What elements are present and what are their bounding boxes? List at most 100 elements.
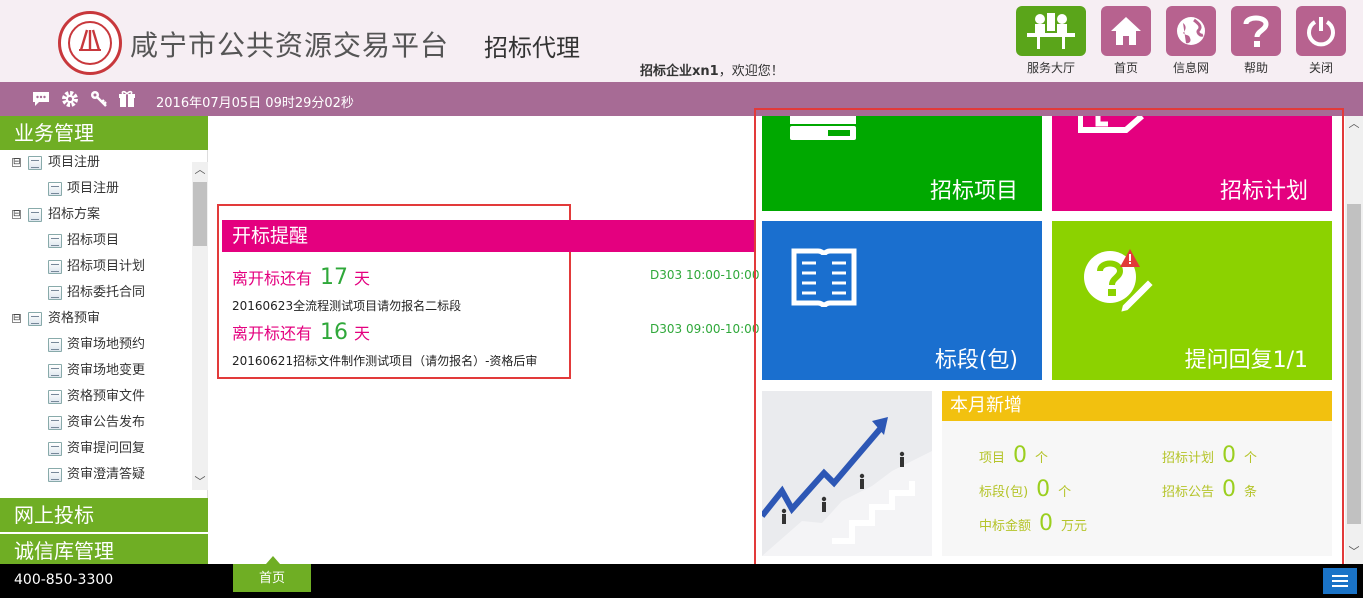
content-scroll-up-arrow-icon[interactable]: ︿ [1345,116,1363,132]
document-icon [28,208,42,222]
module-title: 招标代理 [484,34,580,62]
key-icon[interactable] [90,90,108,108]
content-scroll-thumb[interactable] [1347,204,1361,524]
menu-icon[interactable] [1323,568,1357,594]
scroll-up-arrow-icon[interactable]: ︿ [192,162,208,178]
nav-help-label: 帮助 [1243,61,1268,75]
welcome-suffix: ，欢迎您！ [718,64,784,79]
tree-node-leaf[interactable]: 招标项目计划 [0,254,192,280]
tree-node-leaf[interactable]: 资格预审文件 [0,384,192,410]
reminder-countdown-2: 离开标还有 16 天 [232,320,370,345]
tree-node-leaf[interactable]: 资审提问回复 [0,436,192,462]
tree-node-label: 资审场地预约 [67,337,146,352]
tree-node-label: 资审澄清答疑 [67,467,146,482]
tree-node-label: 招标委托合同 [67,285,146,300]
sidebar-section-business[interactable]: 业务管理 [0,116,208,150]
gift-icon[interactable] [118,90,136,108]
tree-node-folder[interactable]: ⊟ 资格预审 [0,306,192,332]
document-icon [48,390,62,404]
tree-node-leaf[interactable]: 资审澄清答疑 [0,462,192,488]
reminder-slot-2: D303 09:00-10:00 [650,322,760,336]
nav-home-button[interactable]: 首页 [1100,6,1152,76]
tree-node-leaf[interactable]: 资审场地变更 [0,358,192,384]
reminder-project-link-2[interactable]: 20160621招标文件制作测试项目（请勿报名）-资格后审 [232,352,537,369]
hotline-phone: 400-850-3300 [14,572,114,588]
scroll-down-arrow-icon[interactable]: ﹀ [192,474,208,490]
footer: 400-850-3300 首页 [0,556,1363,598]
document-icon [48,286,62,300]
tree-node-folder[interactable]: ⊟ 招标方案 [0,202,192,228]
tree-node-leaf[interactable]: 资审场地预约 [0,332,192,358]
nav-service-hall-button[interactable]: 服务大厅 [1016,6,1086,76]
tree-node-label: 招标项目 [67,233,120,248]
current-datetime: 2016年07月05日 09时29分02秒 [156,96,354,111]
tree-node-label: 资审提问回复 [67,441,146,456]
tree-node-label: 项目注册 [48,155,101,170]
reminder-title: 开标提醒 [222,220,754,252]
document-icon [48,234,62,248]
nav-close-button[interactable]: 关闭 [1295,6,1347,76]
reminder-days: 16 [320,320,349,345]
sidebar-section-credit[interactable]: 诚信库管理 [0,532,208,566]
nav-info-net-button[interactable]: 信息网 [1164,6,1218,76]
content-scroll-down-arrow-icon[interactable]: ﹀ [1345,544,1363,560]
collapse-toggle-icon[interactable]: ⊟ [12,314,21,323]
reminder-slot-1: D303 10:00-10:00 [650,268,760,282]
help-icon [1231,6,1281,56]
tree-node-leaf[interactable]: 招标项目 [0,228,192,254]
nav-info-net-label: 信息网 [1172,61,1209,75]
sidebar-tree: ⊟ 项目注册 项目注册 ⊟ 招标方案 招标项目 招标项目计划 招标委托合同 ⊟ 资格预审 资审场地预… [0,150,192,494]
document-icon [48,364,62,378]
reminder-project-link-1[interactable]: 20160623全流程测试项目请勿报名二标段 [232,297,461,314]
document-icon [28,156,42,170]
sidebar-section-online-bid[interactable]: 网上投标 [0,498,208,532]
globe-icon [1166,6,1216,56]
app-window: 咸宁市公共资源交易平台 招标代理 招标企业xn1，欢迎您！ 服务大厅 首页 信息… [0,0,1363,598]
document-icon [48,442,62,456]
document-icon [48,338,62,352]
reminder-countdown-1: 离开标还有 17 天 [232,265,370,290]
logo-seal-icon [58,11,122,75]
sidebar: 业务管理 ⊟ 项目注册 项目注册 ⊟ 招标方案 招标项目 招标项目计划 招标委托合同 ⊟ 资格预审… [0,116,208,566]
nav-service-hall-label: 服务大厅 [1026,61,1075,75]
tree-node-label: 招标项目计划 [67,259,146,274]
collapse-toggle-icon[interactable]: ⊟ [12,210,21,219]
site-title: 咸宁市公共资源交易平台 [130,29,450,62]
reminder-lead: 离开标还有 [232,269,313,288]
nav-home-label: 首页 [1113,61,1138,75]
gear-icon[interactable] [61,90,79,108]
tree-node-leaf[interactable]: 资审公告发布 [0,410,192,436]
tree-node-folder[interactable]: ⊟ 项目注册 [0,150,192,176]
document-icon [48,182,62,196]
welcome-username: 招标企业xn1 [640,64,719,79]
tree-node-label: 资格预审 [48,311,101,326]
reminder-days: 17 [320,265,349,290]
document-icon [48,260,62,274]
header: 咸宁市公共资源交易平台 招标代理 招标企业xn1，欢迎您！ 服务大厅 首页 信息… [0,0,1363,82]
reminder-unit: 天 [354,324,371,343]
sidebar-scroll-thumb[interactable] [193,182,207,246]
nav-close-label: 关闭 [1308,61,1333,75]
tree-node-label: 资审场地变更 [67,363,146,378]
collapse-toggle-icon[interactable]: ⊟ [12,158,21,167]
document-icon [48,468,62,482]
tab-home[interactable]: 首页 [233,556,311,592]
tree-node-label: 资审公告发布 [67,415,146,430]
sidebar-scrollbar[interactable]: ︿ ﹀ [192,162,208,490]
tree-node-leaf[interactable]: 项目注册 [0,176,192,202]
chat-icon[interactable] [32,90,50,108]
home-icon [1101,6,1151,56]
reminder-unit: 天 [354,269,371,288]
tree-node-label: 资格预审文件 [67,389,146,404]
nav-help-button[interactable]: 帮助 [1230,6,1282,76]
power-icon [1296,6,1346,56]
dashboard-tiles-highlight [754,108,1344,566]
tree-node-label: 项目注册 [67,181,120,196]
welcome-message: 招标企业xn1，欢迎您！ [640,60,784,79]
tree-node-leaf[interactable]: 招标委托合同 [0,280,192,306]
document-icon [48,416,62,430]
content-scrollbar[interactable]: ︿ ﹀ [1345,116,1363,564]
service-hall-icon [1016,6,1086,56]
reminder-lead: 离开标还有 [232,324,313,343]
tree-node-label: 招标方案 [48,207,101,222]
